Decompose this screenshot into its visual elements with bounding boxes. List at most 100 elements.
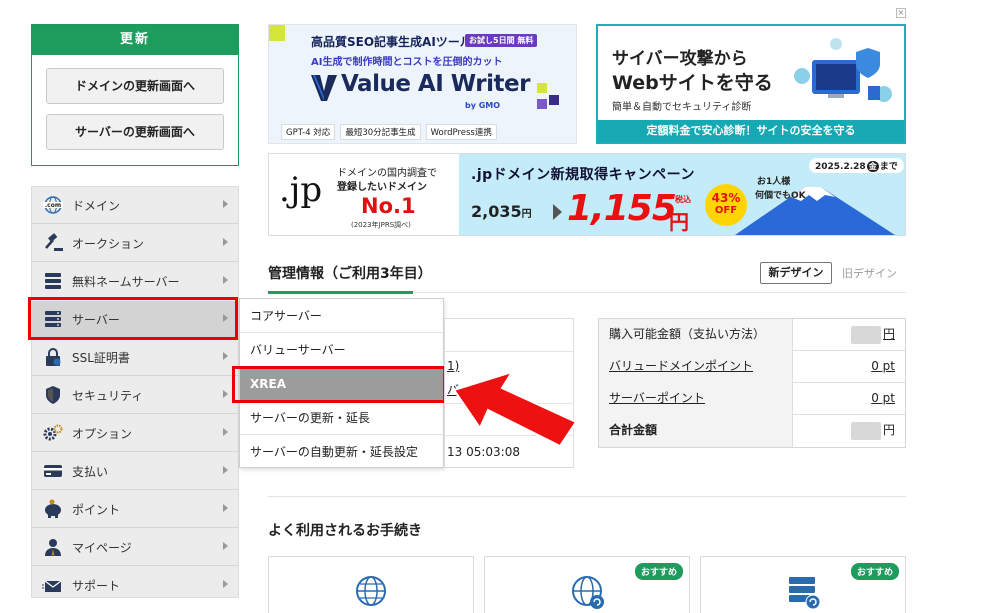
- sidebar-item-point[interactable]: ポイント: [32, 491, 238, 528]
- recommend-badge: おすすめ: [634, 563, 683, 580]
- frequent-procedures-title: よく利用されるお手続き: [268, 523, 422, 539]
- procedure-card[interactable]: おすすめ: [700, 556, 906, 613]
- sidebar-item-security[interactable]: セキュリティ: [32, 377, 238, 414]
- value-domain-point-value[interactable]: 0 pt: [871, 351, 895, 383]
- security-illustration-icon: [790, 36, 896, 116]
- table-row: 合計金額 円: [599, 415, 905, 447]
- jp-ok: 何個でもOK: [755, 191, 806, 201]
- jp-note: (2023年JPRS調べ): [351, 221, 411, 229]
- close-icon[interactable]: ×: [896, 8, 906, 18]
- procedure-card[interactable]: おすすめ: [484, 556, 690, 613]
- recommend-badge: おすすめ: [850, 563, 899, 580]
- submenu-item-auto-renew[interactable]: サーバーの自動更新・延長設定: [240, 435, 443, 469]
- server-point-value[interactable]: 0 pt: [871, 383, 895, 415]
- jp-right: .jpドメイン新規取得キャンペーン 2025.2.28 金まで 2,035円 1,…: [459, 154, 905, 235]
- cyber-line1: サイバー攻撃から: [612, 49, 748, 69]
- banner-decor: [269, 25, 285, 41]
- jp-no1: No.1: [361, 194, 416, 218]
- ai-tags: GPT-4 対応 最短30分記事生成 WordPress連携: [281, 124, 497, 140]
- ai-trial-badge: お試し5日間 無料: [465, 34, 538, 47]
- purchasable-amount-label[interactable]: 購入可能金額（支払い方法）: [599, 319, 793, 351]
- jp-survey: ドメインの国内調査で: [337, 168, 437, 179]
- sidebar-item-label: ドメイン: [72, 198, 121, 213]
- server-renew-button[interactable]: サーバーの更新画面へ: [46, 114, 224, 150]
- cyber-security-banner[interactable]: サイバー攻撃から Webサイトを守る 簡単＆自動でセキュリティ診断 定額料金で安…: [596, 24, 906, 144]
- submenu-item-coreserver[interactable]: コアサーバー: [240, 299, 443, 333]
- total-amount-value: 円: [850, 415, 895, 447]
- new-design-button[interactable]: 新デザイン: [760, 262, 832, 284]
- chevron-right-icon: [223, 504, 228, 512]
- server-highlight-box: [28, 297, 238, 340]
- sidebar-item-label: 支払い: [72, 464, 109, 479]
- ai-by-gmo: by GMO: [465, 101, 501, 110]
- jp-pct: 43%: [711, 191, 741, 205]
- pointer-arrow-icon: [450, 370, 580, 450]
- jp-domain-banner[interactable]: .jp ドメインの国内調査で 登録したいドメイン No.1 (2023年JPRS…: [268, 153, 906, 236]
- lock-icon: [42, 347, 64, 367]
- jp-old-price-value: 2,035: [471, 202, 522, 221]
- chevron-right-icon: [223, 580, 228, 588]
- mail-icon: [42, 576, 64, 596]
- globe-icon: [355, 575, 387, 610]
- chevron-right-icon: [223, 466, 228, 474]
- sidebar-item-support[interactable]: サポート: [32, 567, 238, 604]
- arrow-right-icon: [553, 204, 562, 220]
- sidebar-item-option[interactable]: オプション: [32, 415, 238, 452]
- active-tab-indicator: [268, 291, 413, 294]
- total-amount-label: 合計金額: [599, 415, 793, 447]
- jp-date: 2025.2.28: [815, 162, 866, 172]
- jp-date-day: 金: [866, 161, 879, 172]
- renewal-title: 更新: [32, 25, 238, 55]
- jp-new-price: 1,155: [567, 188, 677, 229]
- jp-yen: 円: [521, 209, 532, 220]
- yen-unit: 円: [882, 423, 895, 437]
- old-design-link[interactable]: 旧デザイン: [842, 265, 897, 281]
- sidebar-item-auction[interactable]: オークション: [32, 225, 238, 262]
- jp-deadline: 2025.2.28 金まで: [809, 158, 904, 173]
- globe-com-icon: .com: [42, 195, 64, 215]
- sidebar-item-label: SSL証明書: [72, 350, 130, 365]
- chevron-right-icon: [223, 276, 228, 284]
- svg-text:.com: .com: [45, 202, 61, 209]
- sidebar-item-ssl[interactable]: SSL証明書: [32, 339, 238, 376]
- procedure-card[interactable]: [268, 556, 474, 613]
- sidebar-item-label: サポート: [72, 579, 121, 593]
- server-point-label[interactable]: サーバーポイント: [599, 383, 793, 415]
- jp-date-suffix: まで: [879, 162, 898, 172]
- domain-renew-button[interactable]: ドメインの更新画面へ: [46, 68, 224, 104]
- sidebar-item-label: オプション: [72, 426, 133, 441]
- jp-left: .jp ドメインの国内調査で 登録したいドメイン No.1 (2023年JPRS…: [269, 154, 459, 235]
- table-row: バリュードメインポイント 0 pt: [599, 351, 905, 383]
- divider: [268, 496, 906, 497]
- chevron-right-icon: [223, 390, 228, 398]
- submenu-item-valueserver[interactable]: バリューサーバー: [240, 333, 443, 367]
- purchasable-amount-value[interactable]: 円: [850, 319, 895, 351]
- redacted-value: [850, 325, 881, 344]
- ai-tag: GPT-4 対応: [281, 124, 336, 140]
- sidebar-item-nameserver[interactable]: 無料ネームサーバー: [32, 263, 238, 300]
- pixel-decor: [537, 83, 563, 111]
- table-row-divider: [445, 351, 573, 352]
- jp-tax: 税込: [675, 195, 691, 204]
- value-domain-point-label[interactable]: バリュードメインポイント: [599, 351, 793, 383]
- cyber-line2: Webサイトを守る: [612, 72, 773, 94]
- submenu-item-server-renew[interactable]: サーバーの更新・延長: [240, 401, 443, 435]
- yen-unit: 円: [882, 327, 895, 341]
- ai-brand: Value AI Writer: [341, 71, 530, 97]
- globe-refresh-icon: [571, 575, 605, 612]
- shield-icon: [42, 385, 64, 405]
- jp-campaign: .jpドメイン新規取得キャンペーン: [471, 167, 695, 183]
- sidebar-item-payment[interactable]: 支払い: [32, 453, 238, 490]
- mount-fuji-icon: [725, 173, 905, 235]
- gavel-icon: [42, 233, 64, 253]
- piggy-bank-icon: [42, 499, 64, 519]
- sidebar-item-domain[interactable]: .com ドメイン: [32, 187, 238, 224]
- ai-writer-banner[interactable]: 高品質SEO記事生成AIツール お試し5日間 無料 AI生成で制作時間とコストを…: [268, 24, 577, 144]
- chevron-right-icon: [223, 428, 228, 436]
- jp-want: 登録したいドメイン: [337, 182, 427, 193]
- xrea-highlight-box: [232, 366, 446, 403]
- jp-old-price: 2,035円: [471, 202, 532, 221]
- jp-off: OFF: [714, 205, 738, 216]
- sidebar-item-mypage[interactable]: マイページ: [32, 529, 238, 566]
- jp-per: お1人様: [757, 177, 791, 187]
